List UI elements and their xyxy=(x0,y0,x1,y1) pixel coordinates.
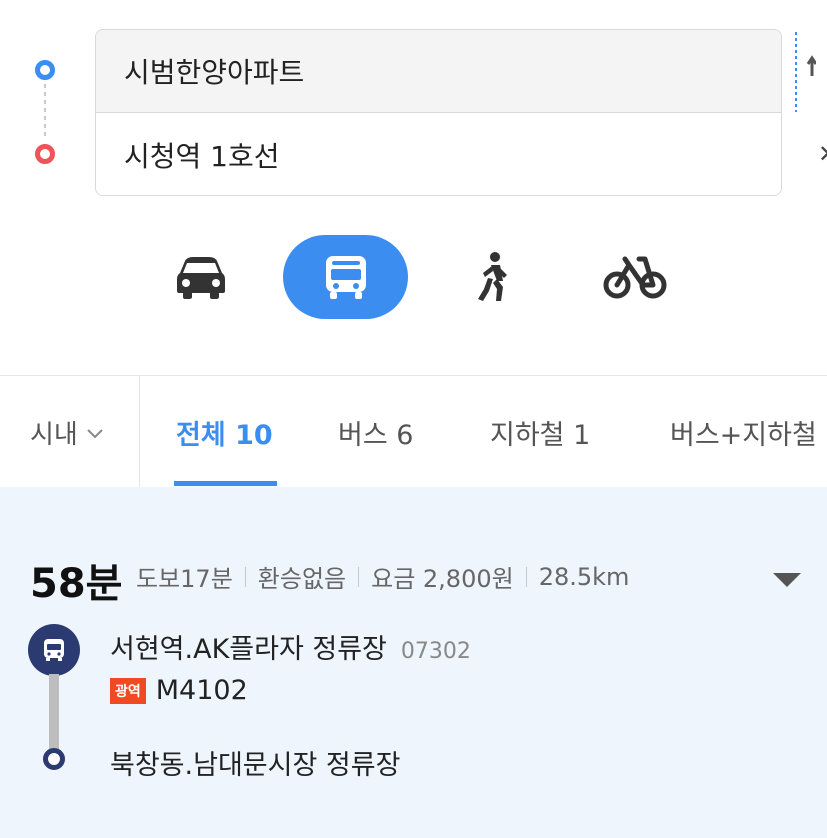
bus-route-number: M4102 xyxy=(155,675,248,706)
alighting-stop[interactable]: 북창동.남대문시장 정류장 xyxy=(110,743,400,782)
route-input-box: 시범한양아파트 시청역 1호선 xyxy=(95,29,782,196)
alight-stop-marker-icon xyxy=(43,748,65,770)
active-tab-indicator xyxy=(174,481,277,486)
walk-time: 도보17분 xyxy=(136,565,233,593)
bus-route-row[interactable]: 광역 M4102 xyxy=(110,675,248,706)
bus-icon xyxy=(325,256,366,299)
route-timeline-line xyxy=(49,674,59,749)
chevron-down-icon xyxy=(87,429,103,439)
distance: 28.5km xyxy=(538,562,630,591)
mode-transit-button[interactable] xyxy=(283,235,408,319)
route-duration: 58분 xyxy=(30,561,123,607)
origin-input[interactable]: 시범한양아파트 xyxy=(96,30,781,113)
destination-marker-icon xyxy=(35,144,55,164)
mode-bike-button[interactable] xyxy=(572,235,697,319)
route-search-panel: 시범한양아파트 시청역 1호선 ✕ xyxy=(0,0,827,375)
route-filter-tabs: 시내 전체 10 버스 6 지하철 1 버스+지하철 xyxy=(0,375,827,488)
boarding-stop-id: 07302 xyxy=(400,639,471,664)
area-select[interactable]: 시내 xyxy=(0,376,140,488)
tab-all[interactable]: 전체 10 xyxy=(176,376,273,488)
route-result-card[interactable]: 58분 도보17분 환승없음 요금 2,800원 28.5km 서현역.AK플라… xyxy=(0,487,827,838)
tab-subway[interactable]: 지하철 1 xyxy=(490,376,590,488)
route-connector-line xyxy=(44,84,46,140)
route-summary: 도보17분 환승없음 요금 2,800원 28.5km xyxy=(136,559,629,594)
divider xyxy=(244,566,246,587)
bus-step-icon xyxy=(28,624,80,676)
bike-icon xyxy=(603,256,666,299)
tab-bus-subway[interactable]: 버스+지하철 xyxy=(670,376,817,488)
tab-bus[interactable]: 버스 6 xyxy=(338,376,413,488)
divider xyxy=(525,566,527,587)
mode-walk-button[interactable] xyxy=(430,235,555,319)
clear-destination-icon[interactable]: ✕ xyxy=(818,140,827,168)
boarding-stop-name: 서현역.AK플라자 정류장 xyxy=(110,634,387,665)
area-select-label: 시내 xyxy=(30,419,78,450)
swap-icon[interactable] xyxy=(792,30,816,114)
walk-icon xyxy=(477,252,507,301)
car-icon xyxy=(176,257,225,299)
divider xyxy=(358,566,360,587)
boarding-stop[interactable]: 서현역.AK플라자 정류장 07302 xyxy=(110,627,471,666)
transfer-info: 환승없음 xyxy=(257,565,347,593)
destination-input[interactable]: 시청역 1호선 xyxy=(96,113,781,195)
bus-icon xyxy=(44,639,64,661)
route-type-badge: 광역 xyxy=(110,677,146,704)
mode-car-button[interactable] xyxy=(138,235,263,319)
fare: 요금 2,800원 xyxy=(371,565,514,593)
origin-marker-icon xyxy=(35,60,55,80)
expand-triangle-icon[interactable] xyxy=(773,573,801,587)
